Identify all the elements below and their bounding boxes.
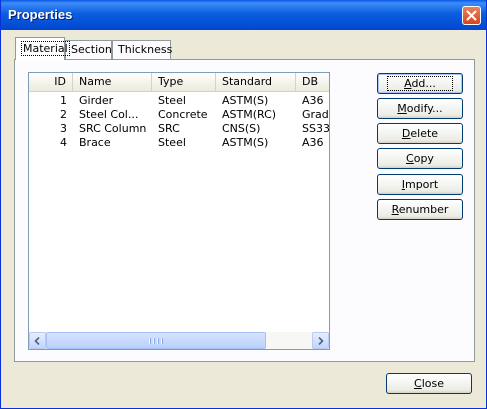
add-label-post: dd... [411, 77, 436, 90]
column-header-id[interactable]: ID [29, 73, 73, 91]
triangle-right-icon [318, 336, 324, 345]
renumber-label-post: enumber [398, 203, 449, 216]
cell-type: Steel [158, 94, 186, 107]
renumber-label-key: R [391, 203, 399, 216]
triangle-left-icon [34, 336, 40, 345]
column-header-name[interactable]: Name [73, 73, 152, 91]
delete-label-post: elete [410, 127, 439, 140]
column-header-type[interactable]: Type [152, 73, 216, 91]
modify-label-key: M [397, 102, 407, 115]
cell-db: A36 [302, 136, 324, 149]
cell-standard: ASTM(RC) [222, 108, 277, 121]
import-button[interactable]: Import [377, 174, 463, 195]
tab-section-label: Section [71, 43, 112, 56]
cell-db: A36 [302, 94, 324, 107]
cell-type: Steel [158, 136, 186, 149]
cell-db: SS330 [302, 122, 330, 135]
cell-standard: ASTM(S) [222, 94, 269, 107]
scroll-thumb[interactable] [46, 332, 266, 349]
modify-button[interactable]: Modify... [377, 98, 463, 119]
cell-type: SRC [158, 122, 180, 135]
cell-id: 4 [60, 136, 67, 149]
close-window-button[interactable] [462, 6, 481, 25]
cell-id: 2 [60, 108, 67, 121]
close-label-post: lose [421, 377, 444, 390]
copy-label-key: C [406, 152, 414, 165]
cell-id: 3 [60, 122, 67, 135]
cell-name: Brace [79, 136, 111, 149]
delete-button[interactable]: Delete [377, 123, 463, 144]
column-header-db[interactable]: DB [296, 73, 329, 91]
properties-dialog: Properties Material Section Thickness ID… [0, 0, 487, 409]
cell-type: Concrete [158, 108, 208, 121]
table-row[interactable]: 4 Brace Steel ASTM(S) A36 [29, 136, 329, 150]
column-header-standard[interactable]: Standard [216, 73, 296, 91]
cell-id: 1 [60, 94, 67, 107]
add-button[interactable]: Add... [377, 73, 463, 94]
table-row[interactable]: 1 Girder Steel ASTM(S) A36 [29, 94, 329, 108]
renumber-button[interactable]: Renumber [377, 199, 463, 220]
tab-thickness[interactable]: Thickness [112, 40, 173, 59]
materials-list[interactable]: ID Name Type Standard DB 1 Girder Steel … [28, 72, 330, 350]
cell-name: SRC Column [79, 122, 147, 135]
close-label-key: C [414, 377, 422, 390]
copy-label-post: opy [413, 152, 434, 165]
tab-material-label: Material [21, 41, 70, 56]
cell-db: Grade [302, 108, 329, 121]
cell-standard: ASTM(S) [222, 136, 269, 149]
scroll-grip-icon [148, 334, 164, 347]
window-title: Properties [8, 7, 73, 22]
table-row[interactable]: 3 SRC Column SRC CNS(S) SS330 [29, 122, 329, 136]
cell-standard: CNS(S) [222, 122, 261, 135]
scroll-right-button[interactable] [312, 332, 329, 349]
horizontal-scrollbar[interactable] [29, 332, 329, 349]
scroll-left-button[interactable] [29, 332, 46, 349]
modify-label-post: odify... [406, 102, 443, 115]
tab-section[interactable]: Section [65, 40, 112, 59]
cell-name: Steel Col... [79, 108, 139, 121]
cell-name: Girder [79, 94, 114, 107]
close-button[interactable]: Close [386, 373, 472, 394]
import-label-post: mport [404, 178, 439, 191]
tab-thickness-label: Thickness [118, 43, 173, 56]
close-x-icon [466, 10, 477, 21]
copy-button[interactable]: Copy [377, 148, 463, 169]
list-header: ID Name Type Standard DB [29, 73, 329, 92]
table-row[interactable]: 2 Steel Col... Concrete ASTM(RC) Grade [29, 108, 329, 122]
tab-material[interactable]: Material [15, 37, 70, 60]
title-bar[interactable]: Properties [1, 0, 486, 30]
